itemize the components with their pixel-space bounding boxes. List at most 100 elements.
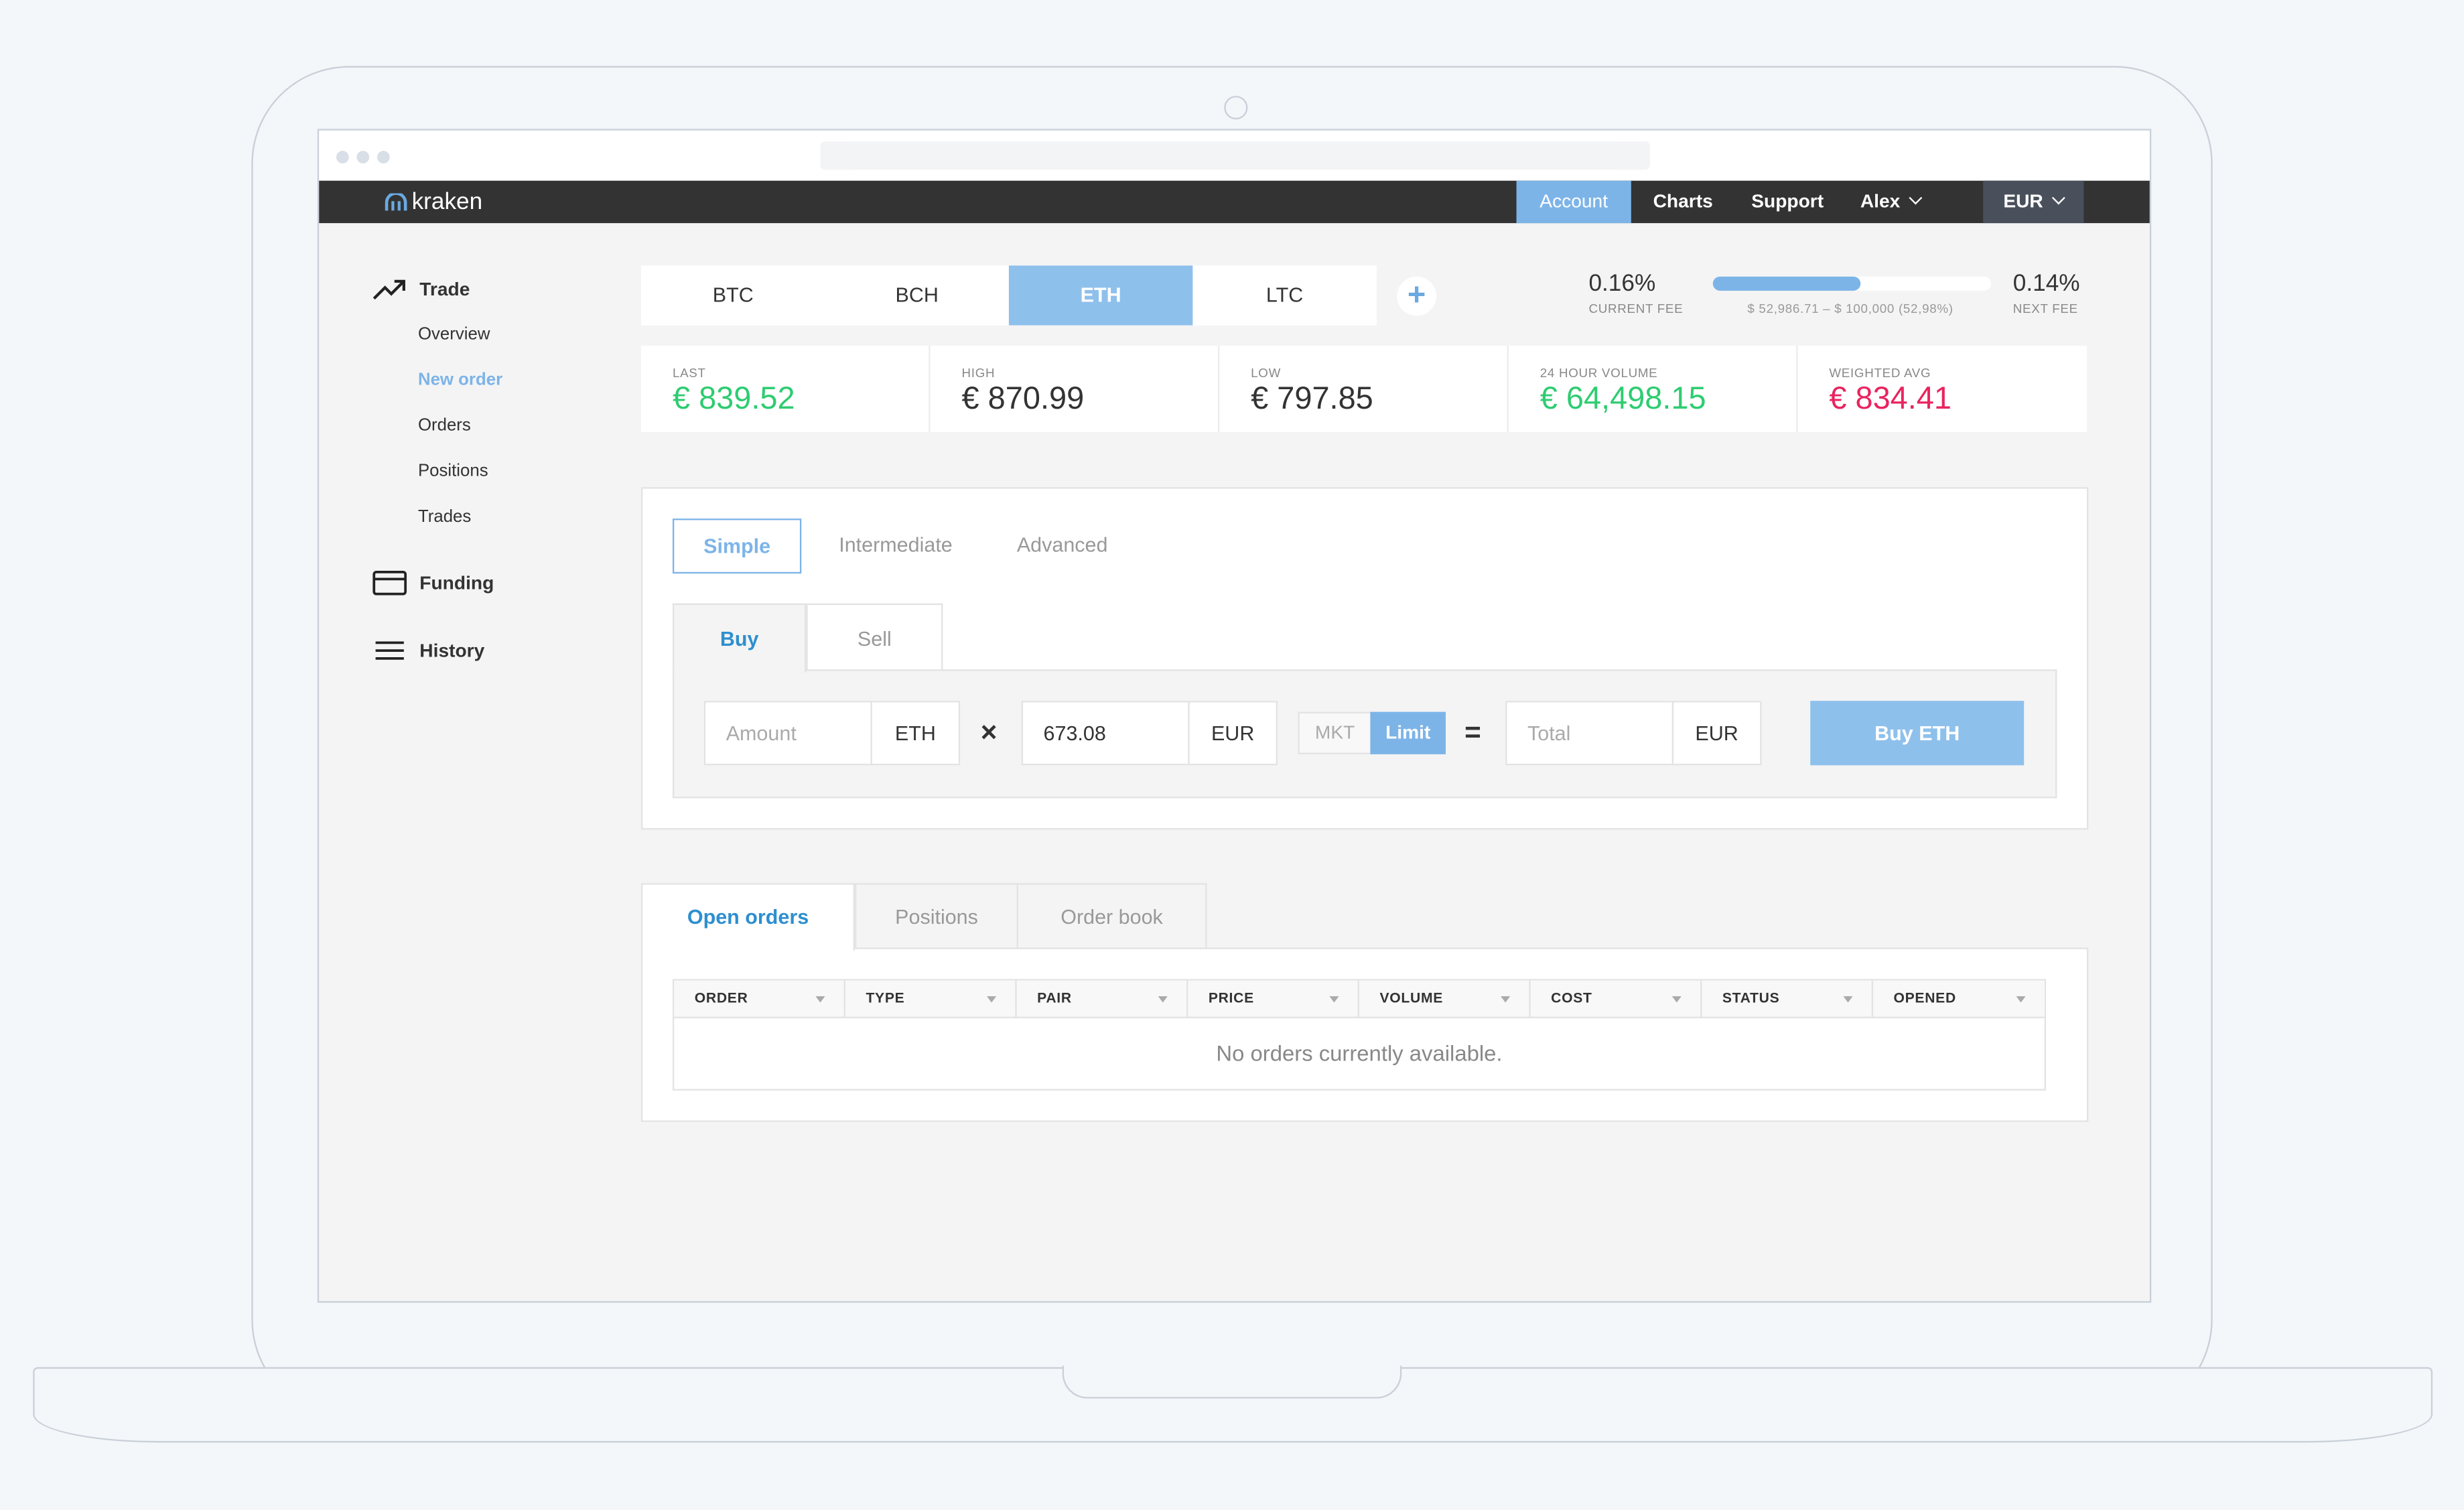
currency-selector[interactable]: EUR: [1983, 180, 2084, 224]
tab-order-book[interactable]: Order book: [1016, 883, 1207, 949]
sort-caret-icon: [1843, 996, 1853, 1003]
chevron-down-icon: [2052, 191, 2066, 205]
kraken-logo-icon: [385, 192, 407, 210]
column-header-order[interactable]: ORDER: [674, 980, 845, 1017]
sort-caret-icon: [987, 996, 997, 1003]
column-label: OPENED: [1893, 989, 1956, 1006]
sort-caret-icon: [1671, 996, 1682, 1003]
sort-caret-icon: [1158, 996, 1168, 1003]
sidebar-label: History: [419, 639, 485, 662]
orders-panel: ORDER TYPE PAIR PRICE VOLUME COST STATUS…: [641, 947, 2089, 1122]
column-header-cost[interactable]: COST: [1531, 980, 1702, 1017]
column-label: TYPE: [866, 989, 905, 1006]
column-header-type[interactable]: TYPE: [845, 980, 1017, 1017]
tab-simple[interactable]: Simple: [672, 519, 802, 574]
column-label: PRICE: [1208, 989, 1254, 1006]
sidebar-item-history[interactable]: History: [372, 635, 484, 667]
price-unit: EUR: [1188, 701, 1278, 766]
tab-bch[interactable]: BCH: [825, 265, 1008, 325]
fee-progress-fill: [1712, 276, 1860, 291]
stat-value: € 64,498.15: [1539, 381, 1706, 417]
menu-lines-icon: [375, 641, 404, 660]
total-unit: EUR: [1671, 701, 1762, 766]
add-asset-button[interactable]: +: [1397, 276, 1436, 316]
column-label: STATUS: [1722, 989, 1780, 1006]
column-header-pair[interactable]: PAIR: [1017, 980, 1188, 1017]
empty-orders-message: No orders currently available.: [1216, 1040, 1503, 1066]
column-label: PAIR: [1037, 989, 1072, 1006]
current-fee-label: CURRENT FEE: [1588, 301, 1684, 316]
amount-unit: ETH: [870, 701, 961, 766]
column-label: COST: [1551, 989, 1592, 1006]
address-bar[interactable]: [820, 141, 1650, 170]
brand-logo[interactable]: kraken: [385, 187, 483, 217]
app-window: kraken Account Charts Support Alex EUR T…: [317, 129, 2152, 1303]
next-fee-value: 0.14%: [2012, 270, 2080, 297]
currency-label: EUR: [2003, 190, 2043, 212]
sort-caret-icon: [815, 996, 825, 1003]
sidebar-item-orders[interactable]: Orders: [418, 417, 471, 435]
stat-label: HIGH: [961, 366, 996, 381]
nav-account[interactable]: Account: [1516, 180, 1631, 224]
sidebar-item-new-order[interactable]: New order: [418, 371, 502, 390]
column-header-price[interactable]: PRICE: [1188, 980, 1359, 1017]
top-navbar: kraken Account Charts Support Alex EUR: [319, 180, 2150, 224]
stat-volume: 24 HOUR VOLUME € 64,498.15: [1509, 346, 1798, 433]
column-label: VOLUME: [1379, 989, 1444, 1006]
market-stats: LAST € 839.52 HIGH € 870.99 LOW € 797.85…: [641, 346, 2087, 433]
stat-value: € 834.41: [1829, 381, 1952, 417]
stat-high: HIGH € 870.99: [931, 346, 1220, 433]
sidebar-item-positions[interactable]: Positions: [418, 462, 488, 481]
column-label: ORDER: [694, 989, 748, 1006]
tab-sell[interactable]: Sell: [806, 603, 943, 671]
stat-label: 24 HOUR VOLUME: [1539, 366, 1658, 381]
price-input[interactable]: 673.08: [1021, 701, 1190, 766]
column-header-status[interactable]: STATUS: [1702, 980, 1874, 1017]
column-header-volume[interactable]: VOLUME: [1359, 980, 1531, 1017]
multiply-icon: ×: [980, 716, 998, 748]
order-type-market[interactable]: MKT: [1298, 711, 1372, 754]
sort-caret-icon: [1501, 996, 1511, 1003]
tab-ltc[interactable]: LTC: [1192, 265, 1376, 325]
fee-range-text: $ 52,986.71 – $ 100,000 (52,98%): [1747, 301, 1954, 316]
stat-value: € 797.85: [1251, 381, 1373, 417]
tab-eth[interactable]: ETH: [1008, 265, 1193, 326]
tab-buy[interactable]: Buy: [672, 603, 807, 673]
window-dot-icon: [336, 151, 349, 163]
nav-support[interactable]: Support: [1742, 181, 1832, 223]
fee-progress-bar: [1712, 276, 1991, 291]
window-dot-icon: [356, 151, 370, 163]
sidebar-item-funding[interactable]: Funding: [372, 567, 494, 599]
camera-icon: [1224, 96, 1248, 120]
amount-input[interactable]: Amount: [703, 701, 872, 766]
tab-btc[interactable]: BTC: [641, 265, 825, 325]
tab-positions[interactable]: Positions: [855, 883, 1018, 949]
tab-advanced[interactable]: Advanced: [1014, 519, 1111, 573]
brand-name: kraken: [411, 188, 483, 216]
nav-user-menu[interactable]: Alex: [1853, 181, 1929, 223]
column-header-opened[interactable]: OPENED: [1873, 981, 2045, 1017]
order-type-limit[interactable]: Limit: [1370, 711, 1446, 754]
nav-charts[interactable]: Charts: [1644, 181, 1722, 223]
buy-eth-button[interactable]: Buy ETH: [1810, 701, 2025, 766]
tab-intermediate[interactable]: Intermediate: [835, 519, 957, 573]
stat-label: LOW: [1251, 366, 1282, 381]
equals-icon: =: [1464, 716, 1481, 748]
current-fee-value: 0.16%: [1588, 270, 1656, 297]
user-name: Alex: [1860, 190, 1901, 212]
laptop-notch: [1062, 1365, 1402, 1399]
trending-up-icon: [372, 279, 405, 300]
sidebar-item-trade[interactable]: Trade: [372, 273, 470, 305]
sidebar-item-trades[interactable]: Trades: [418, 508, 471, 527]
card-icon: [372, 570, 407, 596]
order-entry-row: Amount ETH × 673.08 EUR MKT Limit = Tota…: [672, 669, 2057, 799]
sort-caret-icon: [2016, 996, 2026, 1003]
window-dot-icon: [377, 151, 390, 163]
total-input[interactable]: Total: [1505, 701, 1674, 766]
stat-last: LAST € 839.52: [641, 346, 931, 433]
asset-tabs: BTC BCH ETH LTC: [641, 265, 1377, 326]
sidebar-item-overview[interactable]: Overview: [418, 326, 490, 344]
chevron-down-icon: [1909, 191, 1923, 205]
tab-open-orders[interactable]: Open orders: [641, 883, 855, 951]
order-form-panel: Simple Intermediate Advanced Buy Sell Am…: [641, 487, 2089, 830]
